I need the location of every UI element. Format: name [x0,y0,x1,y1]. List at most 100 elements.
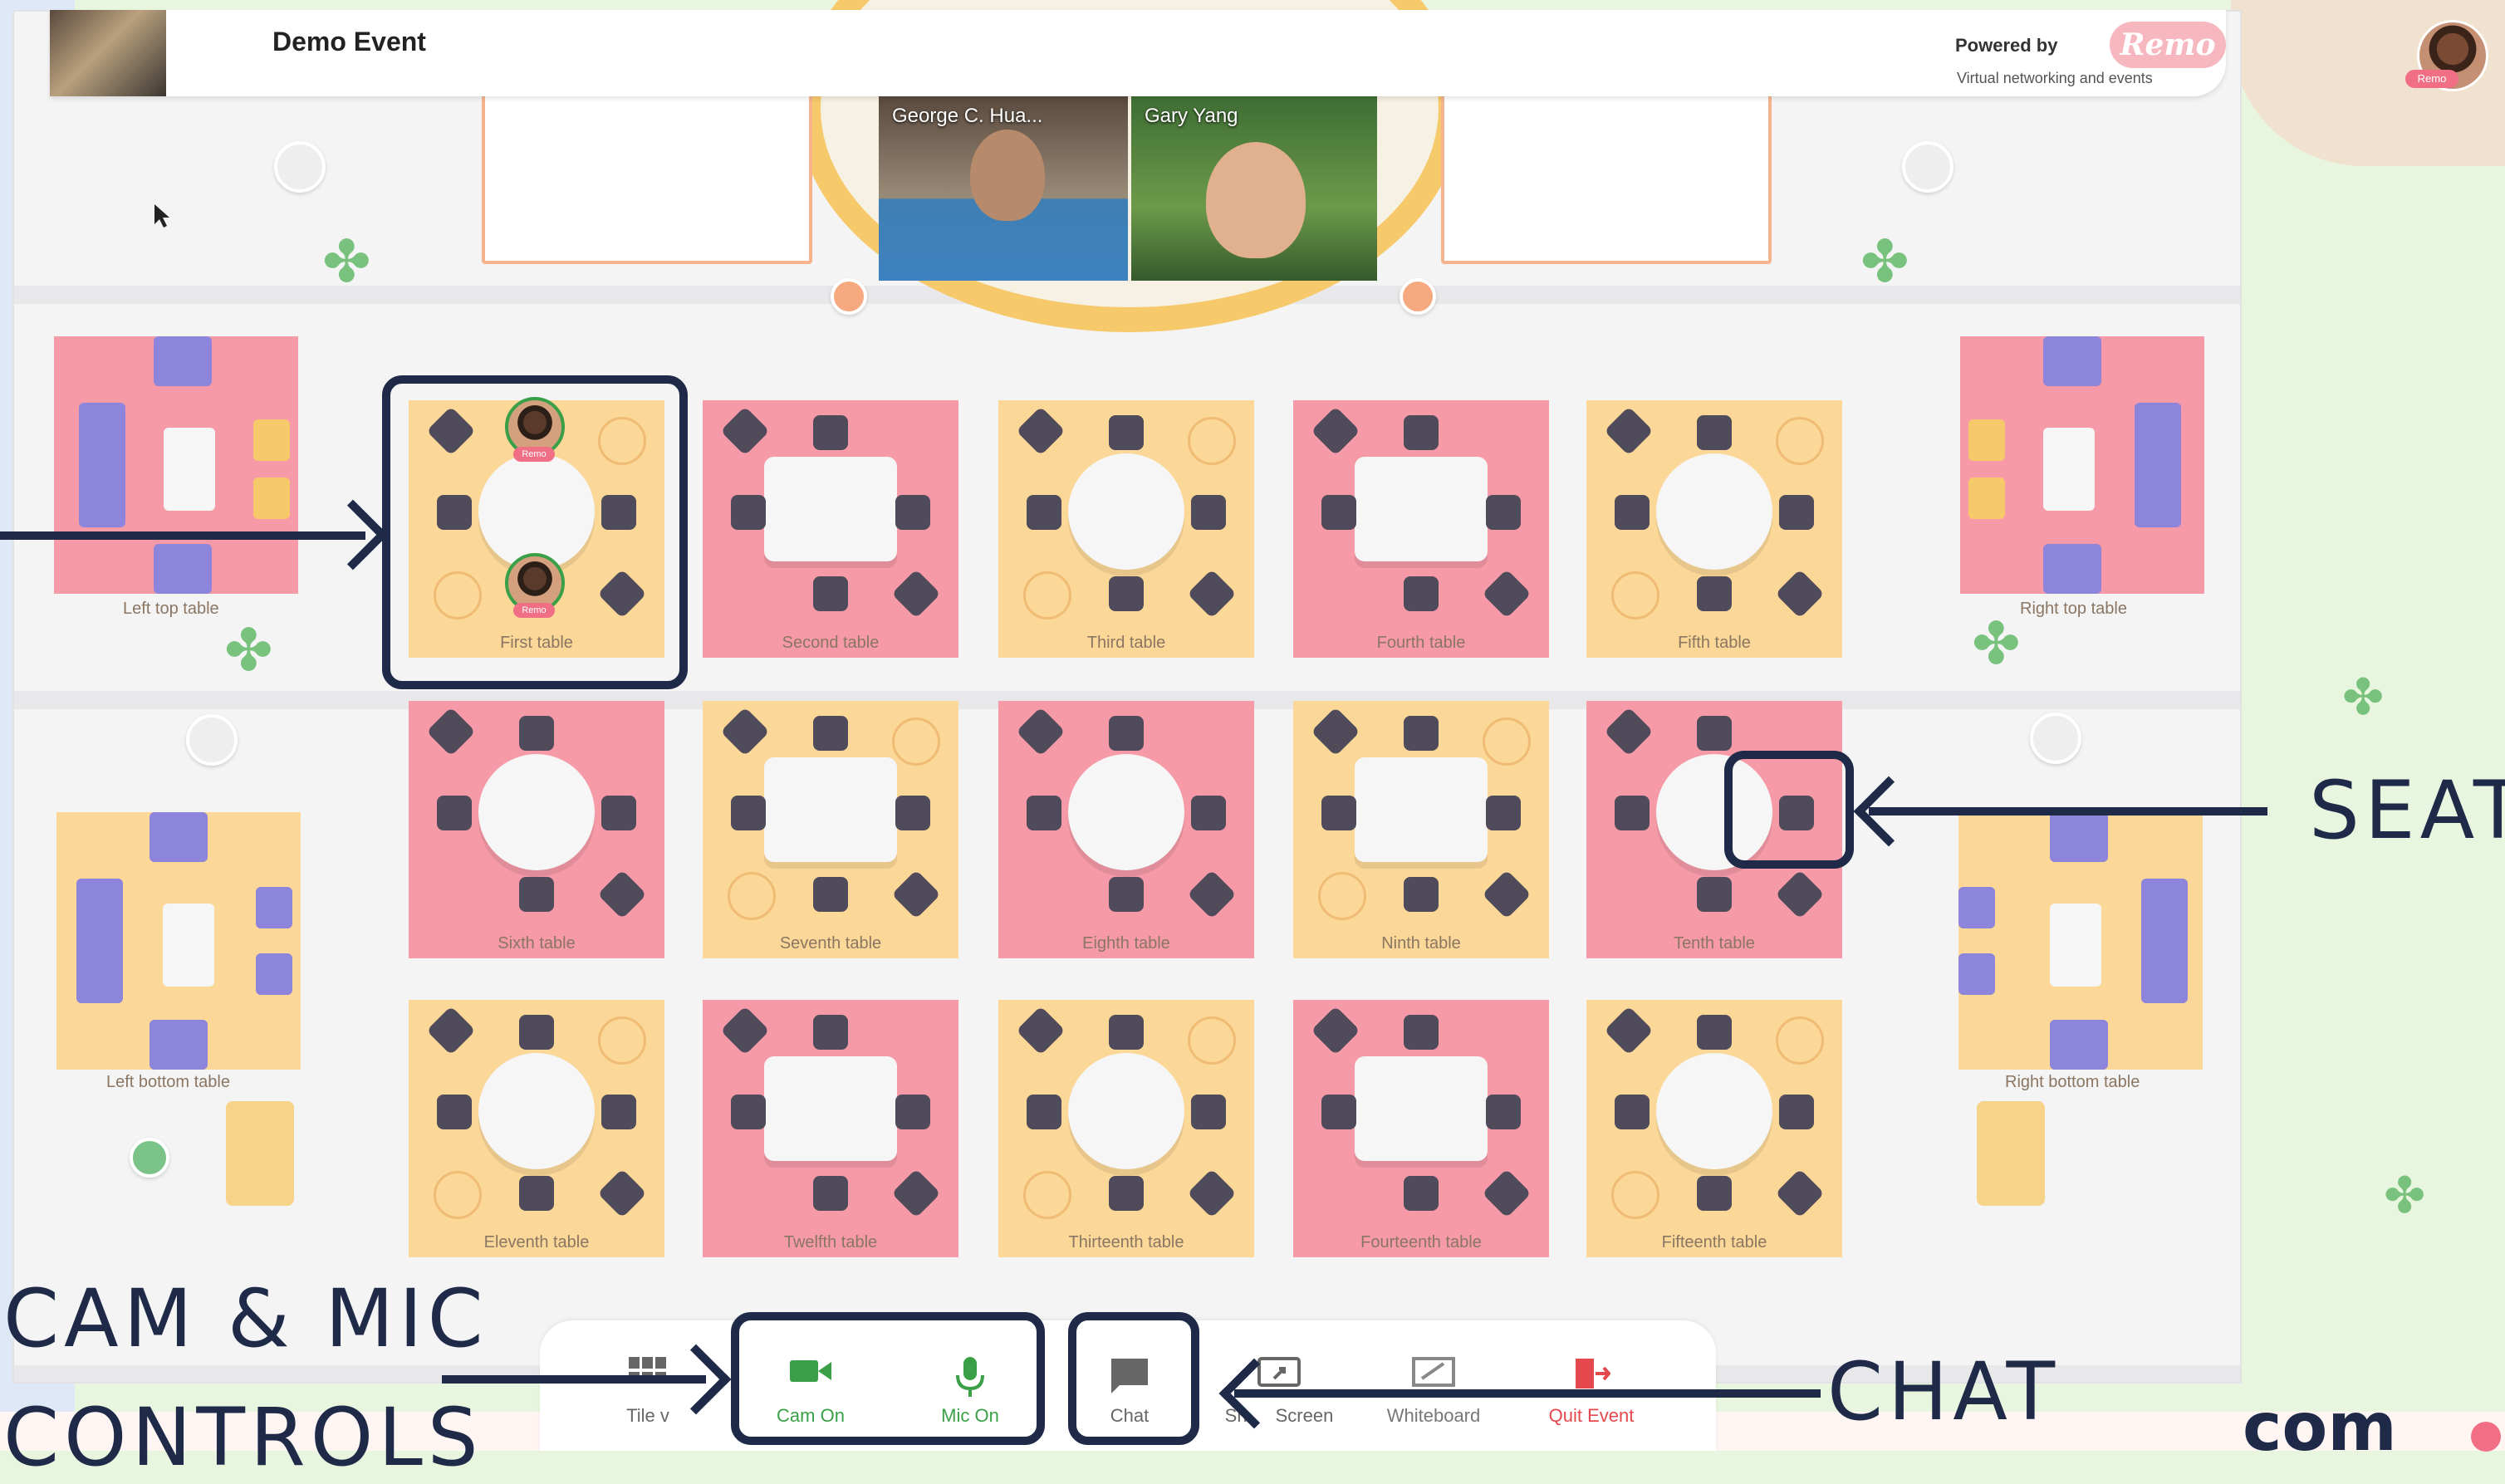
seat[interactable] [437,796,472,830]
seat[interactable] [1187,1168,1237,1218]
seat[interactable] [601,796,636,830]
seat[interactable] [1109,1176,1144,1211]
seat[interactable] [1482,569,1532,619]
seat[interactable] [1486,1095,1521,1129]
seat[interactable] [1109,1015,1144,1050]
seat[interactable] [1697,877,1732,912]
seat[interactable] [891,1168,941,1218]
quit-event-button[interactable]: Quit Event [1517,1340,1666,1432]
seat[interactable] [519,716,554,751]
seat[interactable] [1779,1095,1814,1129]
seat[interactable] [1016,406,1066,456]
seat[interactable] [1109,576,1144,611]
seat[interactable] [731,495,766,530]
seat[interactable] [1321,796,1356,830]
seat[interactable] [597,1168,647,1218]
seat[interactable] [1311,1006,1360,1055]
table-tile[interactable]: Thirteenth table [998,1000,1254,1257]
seat[interactable] [1027,1095,1061,1129]
seat[interactable] [813,1176,848,1211]
remo-logo[interactable]: Remo [2110,22,2226,68]
seat[interactable] [813,1015,848,1050]
seat[interactable] [731,1095,766,1129]
seat[interactable] [519,1015,554,1050]
table-tile[interactable]: Fifteenth table [1586,1000,1842,1257]
seat[interactable] [597,869,647,919]
seat[interactable] [1027,495,1061,530]
seat[interactable] [1187,569,1237,619]
seat[interactable] [1311,707,1360,757]
seat[interactable] [1697,716,1732,751]
whiteboard-button[interactable]: Whiteboard [1359,1340,1508,1432]
seat[interactable] [1697,1015,1732,1050]
seat[interactable] [891,569,941,619]
seat[interactable] [1016,707,1066,757]
seat[interactable] [601,1095,636,1129]
seat[interactable] [1779,495,1814,530]
lounge-right-bottom[interactable] [1958,812,2203,1070]
seat[interactable] [1604,1006,1654,1055]
seat[interactable] [720,707,770,757]
table-tile[interactable]: Twelfth table [703,1000,958,1257]
seat[interactable] [813,415,848,450]
seat[interactable] [1191,495,1226,530]
seat[interactable] [1615,1095,1650,1129]
table-tile[interactable]: Sixth table [409,701,664,958]
seat[interactable] [720,1006,770,1055]
seat[interactable] [1404,877,1439,912]
speaker-video-2[interactable]: Gary Yang [1131,96,1377,281]
seat[interactable] [1604,707,1654,757]
seat[interactable] [720,406,770,456]
seat[interactable] [1109,877,1144,912]
seat[interactable] [1109,716,1144,751]
lounge-right-top[interactable] [1960,336,2204,594]
seat[interactable] [1187,869,1237,919]
seat[interactable] [426,1006,476,1055]
table-tile[interactable]: Fifth table [1586,400,1842,658]
table-tile[interactable]: Seventh table [703,701,958,958]
lounge-left-bottom[interactable] [56,812,301,1070]
speaker-video-1[interactable]: George C. Hua... [879,96,1128,281]
table-tile[interactable]: Ninth table [1293,701,1549,958]
seat[interactable] [1604,406,1654,456]
seat[interactable] [1404,415,1439,450]
seat[interactable] [1486,796,1521,830]
table-tile[interactable]: Eleventh table [409,1000,664,1257]
seat[interactable] [1775,1168,1825,1218]
seat[interactable] [1321,1095,1356,1129]
seat[interactable] [895,495,930,530]
seat[interactable] [731,796,766,830]
seat[interactable] [1404,1015,1439,1050]
seat[interactable] [1404,716,1439,751]
seat[interactable] [1311,406,1360,456]
seat[interactable] [895,796,930,830]
seat[interactable] [1482,869,1532,919]
seat[interactable] [1027,796,1061,830]
seat[interactable] [813,576,848,611]
seat[interactable] [519,877,554,912]
seat[interactable] [1697,1176,1732,1211]
seat[interactable] [1109,415,1144,450]
seat[interactable] [437,1095,472,1129]
seat[interactable] [1191,1095,1226,1129]
seat[interactable] [426,707,476,757]
seat[interactable] [813,716,848,751]
seat[interactable] [1775,569,1825,619]
table-tile[interactable]: Fourteenth table [1293,1000,1549,1257]
seat[interactable] [1404,576,1439,611]
seat[interactable] [1697,415,1732,450]
seat[interactable] [1775,869,1825,919]
seat[interactable] [895,1095,930,1129]
seat[interactable] [1615,796,1650,830]
seat[interactable] [1016,1006,1066,1055]
seat[interactable] [519,1176,554,1211]
table-tile[interactable]: Second table [703,400,958,658]
seat[interactable] [1615,495,1650,530]
table-tile[interactable]: Fourth table [1293,400,1549,658]
seat[interactable] [1697,576,1732,611]
table-tile[interactable]: Eighth table [998,701,1254,958]
seat[interactable] [1482,1168,1532,1218]
lounge-left-top[interactable] [54,336,298,594]
table-tile[interactable]: Third table [998,400,1254,658]
seat[interactable] [1404,1176,1439,1211]
